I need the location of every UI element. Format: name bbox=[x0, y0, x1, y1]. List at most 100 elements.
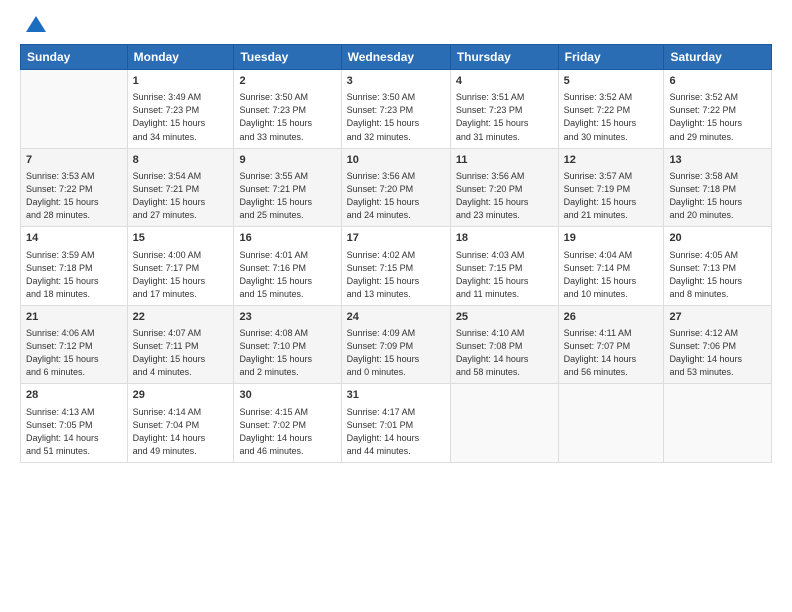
calendar-header-row: SundayMondayTuesdayWednesdayThursdayFrid… bbox=[21, 45, 772, 70]
logo-icon bbox=[24, 12, 48, 36]
logo bbox=[20, 16, 48, 36]
calendar-cell: 3Sunrise: 3:50 AMSunset: 7:23 PMDaylight… bbox=[341, 70, 450, 149]
day-number: 23 bbox=[239, 310, 335, 325]
day-number: 21 bbox=[26, 310, 122, 325]
day-header-thursday: Thursday bbox=[450, 45, 558, 70]
calendar-cell: 12 Sunrise: 3:57 AMSunset: 7:19 PMDayligh… bbox=[558, 148, 664, 227]
day-number: 11 bbox=[456, 153, 553, 168]
calendar-cell bbox=[21, 70, 128, 149]
day-info: Sunrise: 4:13 AMSunset: 7:05 PMDaylight:… bbox=[26, 406, 122, 458]
calendar-cell: 17 Sunrise: 4:02 AMSunset: 7:15 PMDayligh… bbox=[341, 227, 450, 306]
day-info: Sunrise: 4:01 AMSunset: 7:16 PMDaylight:… bbox=[239, 249, 335, 301]
day-info: Sunrise: 3:56 AMSunset: 7:20 PMDaylight:… bbox=[456, 170, 553, 222]
day-number: 17 bbox=[347, 231, 445, 246]
day-info: Sunrise: 4:02 AMSunset: 7:15 PMDaylight:… bbox=[347, 249, 445, 301]
calendar-cell: 16 Sunrise: 4:01 AMSunset: 7:16 PMDayligh… bbox=[234, 227, 341, 306]
calendar-cell: 6 Sunrise: 3:52 AMSunset: 7:22 PMDaylight… bbox=[664, 70, 772, 149]
calendar-week-2: 7Sunrise: 3:53 AMSunset: 7:22 PMDaylight… bbox=[21, 148, 772, 227]
day-info: Sunrise: 3:56 AMSunset: 7:20 PMDaylight:… bbox=[347, 170, 445, 222]
calendar-cell bbox=[450, 384, 558, 463]
calendar-cell: 8 Sunrise: 3:54 AMSunset: 7:21 PMDaylight… bbox=[127, 148, 234, 227]
day-info: Sunrise: 3:59 AMSunset: 7:18 PMDaylight:… bbox=[26, 249, 122, 301]
calendar-cell: 21 Sunrise: 4:06 AMSunset: 7:12 PMDayligh… bbox=[21, 305, 128, 384]
calendar-cell: 27Sunrise: 4:12 AMSunset: 7:06 PMDayligh… bbox=[664, 305, 772, 384]
day-number: 16 bbox=[239, 231, 335, 246]
calendar-table: SundayMondayTuesdayWednesdayThursdayFrid… bbox=[20, 44, 772, 463]
day-info: Sunrise: 3:50 AMSunset: 7:23 PMDaylight:… bbox=[347, 91, 445, 143]
calendar-cell: 22 Sunrise: 4:07 AMSunset: 7:11 PMDayligh… bbox=[127, 305, 234, 384]
day-number: 4 bbox=[456, 74, 553, 89]
day-number: 25 bbox=[456, 310, 553, 325]
day-info: Sunrise: 4:17 AMSunset: 7:01 PMDaylight:… bbox=[347, 406, 445, 458]
day-number: 30 bbox=[239, 388, 335, 403]
day-info: Sunrise: 3:57 AMSunset: 7:19 PMDaylight:… bbox=[564, 170, 659, 222]
day-header-friday: Friday bbox=[558, 45, 664, 70]
day-number: 24 bbox=[347, 310, 445, 325]
calendar-week-4: 21 Sunrise: 4:06 AMSunset: 7:12 PMDayligh… bbox=[21, 305, 772, 384]
day-info: Sunrise: 3:52 AMSunset: 7:22 PMDaylight:… bbox=[669, 91, 766, 143]
day-info: Sunrise: 4:11 AMSunset: 7:07 PMDaylight:… bbox=[564, 327, 659, 379]
day-info: Sunrise: 3:50 AMSunset: 7:23 PMDaylight:… bbox=[239, 91, 335, 143]
calendar-cell: 30 Sunrise: 4:15 AMSunset: 7:02 PMDayligh… bbox=[234, 384, 341, 463]
day-number: 8 bbox=[133, 153, 229, 168]
calendar-week-3: 14 Sunrise: 3:59 AMSunset: 7:18 PMDayligh… bbox=[21, 227, 772, 306]
day-number: 13 bbox=[669, 153, 766, 168]
day-header-wednesday: Wednesday bbox=[341, 45, 450, 70]
day-header-saturday: Saturday bbox=[664, 45, 772, 70]
calendar-cell: 9Sunrise: 3:55 AMSunset: 7:21 PMDaylight… bbox=[234, 148, 341, 227]
calendar-cell: 11 Sunrise: 3:56 AMSunset: 7:20 PMDayligh… bbox=[450, 148, 558, 227]
calendar-week-1: 1Sunrise: 3:49 AMSunset: 7:23 PMDaylight… bbox=[21, 70, 772, 149]
day-number: 9 bbox=[239, 153, 335, 168]
calendar-cell: 10 Sunrise: 3:56 AMSunset: 7:20 PMDayligh… bbox=[341, 148, 450, 227]
day-info: Sunrise: 3:54 AMSunset: 7:21 PMDaylight:… bbox=[133, 170, 229, 222]
day-number: 1 bbox=[133, 74, 229, 89]
calendar-cell: 15Sunrise: 4:00 AMSunset: 7:17 PMDayligh… bbox=[127, 227, 234, 306]
day-info: Sunrise: 4:07 AMSunset: 7:11 PMDaylight:… bbox=[133, 327, 229, 379]
calendar-cell: 31 Sunrise: 4:17 AMSunset: 7:01 PMDayligh… bbox=[341, 384, 450, 463]
day-number: 10 bbox=[347, 153, 445, 168]
calendar-cell: 7Sunrise: 3:53 AMSunset: 7:22 PMDaylight… bbox=[21, 148, 128, 227]
day-info: Sunrise: 4:00 AMSunset: 7:17 PMDaylight:… bbox=[133, 249, 229, 301]
day-header-tuesday: Tuesday bbox=[234, 45, 341, 70]
day-number: 18 bbox=[456, 231, 553, 246]
calendar-cell: 25Sunrise: 4:10 AMSunset: 7:08 PMDayligh… bbox=[450, 305, 558, 384]
day-number: 19 bbox=[564, 231, 659, 246]
day-info: Sunrise: 3:51 AMSunset: 7:23 PMDaylight:… bbox=[456, 91, 553, 143]
calendar-cell bbox=[664, 384, 772, 463]
day-number: 6 bbox=[669, 74, 766, 89]
day-header-monday: Monday bbox=[127, 45, 234, 70]
day-number: 27 bbox=[669, 310, 766, 325]
calendar-cell: 4 Sunrise: 3:51 AMSunset: 7:23 PMDaylight… bbox=[450, 70, 558, 149]
day-info: Sunrise: 4:04 AMSunset: 7:14 PMDaylight:… bbox=[564, 249, 659, 301]
day-number: 12 bbox=[564, 153, 659, 168]
calendar-cell: 23 Sunrise: 4:08 AMSunset: 7:10 PMDayligh… bbox=[234, 305, 341, 384]
day-info: Sunrise: 4:15 AMSunset: 7:02 PMDaylight:… bbox=[239, 406, 335, 458]
day-number: 2 bbox=[239, 74, 335, 89]
day-number: 22 bbox=[133, 310, 229, 325]
calendar-cell: 29 Sunrise: 4:14 AMSunset: 7:04 PMDayligh… bbox=[127, 384, 234, 463]
day-number: 14 bbox=[26, 231, 122, 246]
calendar-cell: 24 Sunrise: 4:09 AMSunset: 7:09 PMDayligh… bbox=[341, 305, 450, 384]
day-number: 7 bbox=[26, 153, 122, 168]
day-info: Sunrise: 4:08 AMSunset: 7:10 PMDaylight:… bbox=[239, 327, 335, 379]
calendar-cell: 18 Sunrise: 4:03 AMSunset: 7:15 PMDayligh… bbox=[450, 227, 558, 306]
day-number: 28 bbox=[26, 388, 122, 403]
day-info: Sunrise: 4:09 AMSunset: 7:09 PMDaylight:… bbox=[347, 327, 445, 379]
day-number: 5 bbox=[564, 74, 659, 89]
calendar-cell bbox=[558, 384, 664, 463]
calendar-cell: 14 Sunrise: 3:59 AMSunset: 7:18 PMDayligh… bbox=[21, 227, 128, 306]
calendar-cell: 28 Sunrise: 4:13 AMSunset: 7:05 PMDayligh… bbox=[21, 384, 128, 463]
calendar-cell: 20Sunrise: 4:05 AMSunset: 7:13 PMDayligh… bbox=[664, 227, 772, 306]
calendar-cell: 1Sunrise: 3:49 AMSunset: 7:23 PMDaylight… bbox=[127, 70, 234, 149]
day-number: 29 bbox=[133, 388, 229, 403]
day-info: Sunrise: 4:03 AMSunset: 7:15 PMDaylight:… bbox=[456, 249, 553, 301]
day-number: 26 bbox=[564, 310, 659, 325]
day-number: 31 bbox=[347, 388, 445, 403]
page: SundayMondayTuesdayWednesdayThursdayFrid… bbox=[0, 0, 792, 612]
day-header-sunday: Sunday bbox=[21, 45, 128, 70]
header bbox=[20, 16, 772, 36]
calendar-cell: 26 Sunrise: 4:11 AMSunset: 7:07 PMDayligh… bbox=[558, 305, 664, 384]
day-info: Sunrise: 4:06 AMSunset: 7:12 PMDaylight:… bbox=[26, 327, 122, 379]
day-info: Sunrise: 4:14 AMSunset: 7:04 PMDaylight:… bbox=[133, 406, 229, 458]
calendar-week-5: 28 Sunrise: 4:13 AMSunset: 7:05 PMDayligh… bbox=[21, 384, 772, 463]
